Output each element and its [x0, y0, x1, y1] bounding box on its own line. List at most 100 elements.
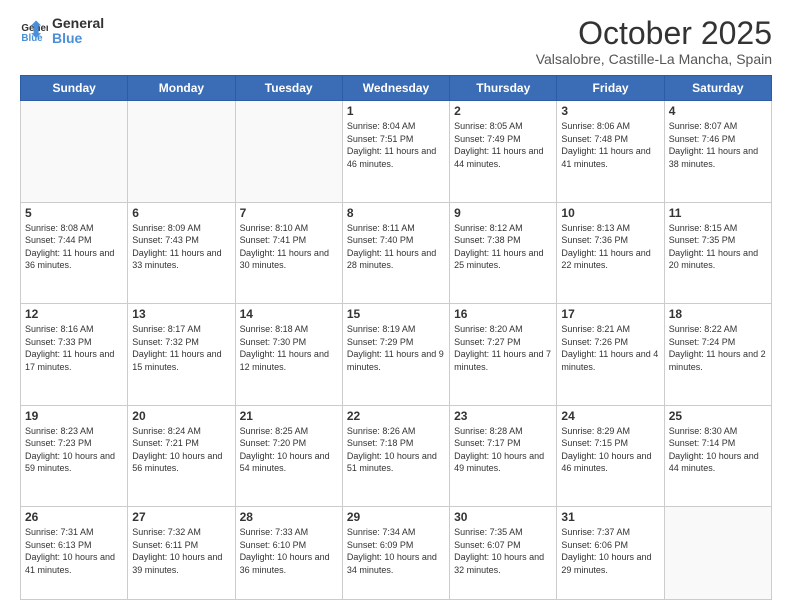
logo-general: General: [52, 16, 104, 31]
calendar-cell: 2 Sunrise: 8:05 AMSunset: 7:49 PMDaylight…: [450, 101, 557, 202]
day-info: Sunrise: 8:07 AMSunset: 7:46 PMDaylight:…: [669, 120, 767, 170]
calendar-cell: 6Sunrise: 8:09 AMSunset: 7:43 PMDaylight…: [128, 202, 235, 303]
calendar-week-1: 1 Sunrise: 8:04 AMSunset: 7:51 PMDaylight…: [21, 101, 772, 202]
day-info: Sunrise: 8:24 AMSunset: 7:21 PMDaylight:…: [132, 425, 230, 475]
calendar-cell: 16 Sunrise: 8:20 AMSunset: 7:27 PMDayligh…: [450, 304, 557, 405]
day-number: 8: [347, 206, 445, 220]
day-info: Sunrise: 8:04 AMSunset: 7:51 PMDaylight:…: [347, 120, 445, 170]
calendar-cell: 29Sunrise: 7:34 AMSunset: 6:09 PMDayligh…: [342, 506, 449, 599]
calendar-week-5: 26 Sunrise: 7:31 AMSunset: 6:13 PMDayligh…: [21, 506, 772, 599]
calendar-cell: 25Sunrise: 8:30 AMSunset: 7:14 PMDayligh…: [664, 405, 771, 506]
calendar-cell: 1 Sunrise: 8:04 AMSunset: 7:51 PMDaylight…: [342, 101, 449, 202]
day-number: 14: [240, 307, 338, 321]
day-number: 2: [454, 104, 552, 118]
calendar-cell: 14 Sunrise: 8:18 AMSunset: 7:30 PMDayligh…: [235, 304, 342, 405]
weekday-header-saturday: Saturday: [664, 76, 771, 101]
day-info: Sunrise: 8:19 AMSunset: 7:29 PMDaylight:…: [347, 323, 445, 373]
day-number: 1: [347, 104, 445, 118]
day-info: Sunrise: 8:05 AMSunset: 7:49 PMDaylight:…: [454, 120, 552, 170]
weekday-header-tuesday: Tuesday: [235, 76, 342, 101]
calendar-cell: 20 Sunrise: 8:24 AMSunset: 7:21 PMDayligh…: [128, 405, 235, 506]
day-number: 28: [240, 510, 338, 524]
calendar-table: SundayMondayTuesdayWednesdayThursdayFrid…: [20, 75, 772, 600]
location: Valsalobre, Castille-La Mancha, Spain: [536, 51, 772, 67]
day-info: Sunrise: 8:21 AMSunset: 7:26 PMDaylight:…: [561, 323, 659, 373]
day-number: 29: [347, 510, 445, 524]
day-number: 23: [454, 409, 552, 423]
calendar-cell: 21 Sunrise: 8:25 AMSunset: 7:20 PMDayligh…: [235, 405, 342, 506]
weekday-header-row: SundayMondayTuesdayWednesdayThursdayFrid…: [21, 76, 772, 101]
day-info: Sunrise: 8:29 AMSunset: 7:15 PMDaylight:…: [561, 425, 659, 475]
calendar-cell: 23 Sunrise: 8:28 AMSunset: 7:17 PMDayligh…: [450, 405, 557, 506]
calendar-cell: 5 Sunrise: 8:08 AMSunset: 7:44 PMDaylight…: [21, 202, 128, 303]
calendar-cell: 19Sunrise: 8:23 AMSunset: 7:23 PMDayligh…: [21, 405, 128, 506]
month-title: October 2025: [536, 16, 772, 51]
calendar-cell: 4 Sunrise: 8:07 AMSunset: 7:46 PMDaylight…: [664, 101, 771, 202]
day-info: Sunrise: 8:26 AMSunset: 7:18 PMDaylight:…: [347, 425, 445, 475]
calendar-week-4: 19Sunrise: 8:23 AMSunset: 7:23 PMDayligh…: [21, 405, 772, 506]
day-info: Sunrise: 7:31 AMSunset: 6:13 PMDaylight:…: [25, 526, 123, 576]
day-info: Sunrise: 8:22 AMSunset: 7:24 PMDaylight:…: [669, 323, 767, 373]
calendar-cell: 12Sunrise: 8:16 AMSunset: 7:33 PMDayligh…: [21, 304, 128, 405]
day-info: Sunrise: 8:08 AMSunset: 7:44 PMDaylight:…: [25, 222, 123, 272]
day-number: 12: [25, 307, 123, 321]
day-number: 7: [240, 206, 338, 220]
day-number: 3: [561, 104, 659, 118]
weekday-header-monday: Monday: [128, 76, 235, 101]
calendar-cell: 18 Sunrise: 8:22 AMSunset: 7:24 PMDayligh…: [664, 304, 771, 405]
day-info: Sunrise: 8:30 AMSunset: 7:14 PMDaylight:…: [669, 425, 767, 475]
calendar-cell: [21, 101, 128, 202]
calendar-cell: 10 Sunrise: 8:13 AMSunset: 7:36 PMDayligh…: [557, 202, 664, 303]
day-number: 27: [132, 510, 230, 524]
day-info: Sunrise: 7:35 AMSunset: 6:07 PMDaylight:…: [454, 526, 552, 576]
logo: General Blue General Blue: [20, 16, 104, 47]
day-number: 18: [669, 307, 767, 321]
day-number: 10: [561, 206, 659, 220]
calendar-cell: 24 Sunrise: 8:29 AMSunset: 7:15 PMDayligh…: [557, 405, 664, 506]
header: General Blue General Blue October 2025 V…: [20, 16, 772, 67]
day-info: Sunrise: 8:17 AMSunset: 7:32 PMDaylight:…: [132, 323, 230, 373]
title-block: October 2025 Valsalobre, Castille-La Man…: [536, 16, 772, 67]
calendar-cell: 28 Sunrise: 7:33 AMSunset: 6:10 PMDayligh…: [235, 506, 342, 599]
weekday-header-thursday: Thursday: [450, 76, 557, 101]
day-info: Sunrise: 8:18 AMSunset: 7:30 PMDaylight:…: [240, 323, 338, 373]
day-number: 20: [132, 409, 230, 423]
day-number: 16: [454, 307, 552, 321]
day-number: 15: [347, 307, 445, 321]
day-info: Sunrise: 8:11 AMSunset: 7:40 PMDaylight:…: [347, 222, 445, 272]
day-info: Sunrise: 8:13 AMSunset: 7:36 PMDaylight:…: [561, 222, 659, 272]
day-info: Sunrise: 7:33 AMSunset: 6:10 PMDaylight:…: [240, 526, 338, 576]
day-info: Sunrise: 8:09 AMSunset: 7:43 PMDaylight:…: [132, 222, 230, 272]
day-number: 11: [669, 206, 767, 220]
calendar-cell: 31Sunrise: 7:37 AMSunset: 6:06 PMDayligh…: [557, 506, 664, 599]
calendar-week-3: 12Sunrise: 8:16 AMSunset: 7:33 PMDayligh…: [21, 304, 772, 405]
day-number: 17: [561, 307, 659, 321]
svg-text:Blue: Blue: [21, 33, 43, 44]
calendar-cell: 27 Sunrise: 7:32 AMSunset: 6:11 PMDayligh…: [128, 506, 235, 599]
day-number: 21: [240, 409, 338, 423]
day-number: 22: [347, 409, 445, 423]
day-number: 4: [669, 104, 767, 118]
day-info: Sunrise: 8:28 AMSunset: 7:17 PMDaylight:…: [454, 425, 552, 475]
weekday-header-sunday: Sunday: [21, 76, 128, 101]
calendar-cell: 22 Sunrise: 8:26 AMSunset: 7:18 PMDayligh…: [342, 405, 449, 506]
day-info: Sunrise: 8:12 AMSunset: 7:38 PMDaylight:…: [454, 222, 552, 272]
calendar-cell: 9Sunrise: 8:12 AMSunset: 7:38 PMDaylight…: [450, 202, 557, 303]
day-number: 24: [561, 409, 659, 423]
weekday-header-wednesday: Wednesday: [342, 76, 449, 101]
day-info: Sunrise: 7:32 AMSunset: 6:11 PMDaylight:…: [132, 526, 230, 576]
day-info: Sunrise: 8:23 AMSunset: 7:23 PMDaylight:…: [25, 425, 123, 475]
calendar-cell: [235, 101, 342, 202]
day-info: Sunrise: 8:10 AMSunset: 7:41 PMDaylight:…: [240, 222, 338, 272]
calendar-cell: 26 Sunrise: 7:31 AMSunset: 6:13 PMDayligh…: [21, 506, 128, 599]
day-info: Sunrise: 8:25 AMSunset: 7:20 PMDaylight:…: [240, 425, 338, 475]
calendar-cell: [664, 506, 771, 599]
day-number: 26: [25, 510, 123, 524]
calendar-cell: 3 Sunrise: 8:06 AMSunset: 7:48 PMDaylight…: [557, 101, 664, 202]
day-info: Sunrise: 8:20 AMSunset: 7:27 PMDaylight:…: [454, 323, 552, 373]
calendar-cell: [128, 101, 235, 202]
day-number: 5: [25, 206, 123, 220]
day-info: Sunrise: 8:06 AMSunset: 7:48 PMDaylight:…: [561, 120, 659, 170]
calendar-cell: 8 Sunrise: 8:11 AMSunset: 7:40 PMDaylight…: [342, 202, 449, 303]
weekday-header-friday: Friday: [557, 76, 664, 101]
